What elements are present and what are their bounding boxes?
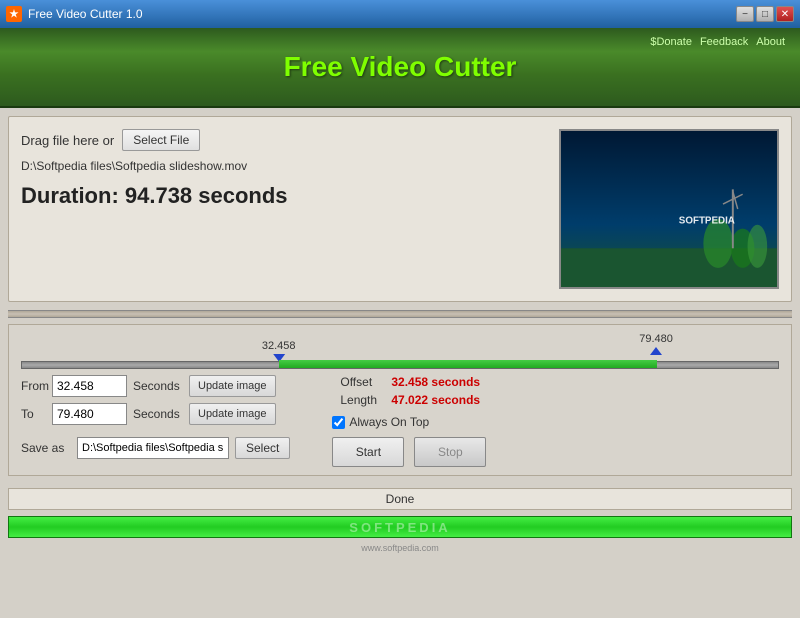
maximize-button[interactable]: □ <box>756 6 774 22</box>
length-row: Length 47.022 seconds <box>340 393 486 407</box>
credit-text: www.softpedia.com <box>361 543 439 553</box>
update-image-from-button[interactable]: Update image <box>189 375 276 397</box>
progress-bar: SOFTPEDIA <box>8 516 792 538</box>
progress-text: SOFTPEDIA <box>349 520 450 535</box>
buttons-and-check: Always On Top Start Stop <box>332 415 486 467</box>
feedback-link[interactable]: Feedback <box>700 36 748 48</box>
select-output-button[interactable]: Select <box>235 437 290 459</box>
length-label: Length <box>340 393 385 407</box>
length-value: 47.022 seconds <box>391 393 480 407</box>
right-marker-label: 79.480 <box>639 333 673 345</box>
timeline-track[interactable] <box>21 361 779 369</box>
select-file-button[interactable]: Select File <box>122 129 200 151</box>
offset-length-section: Offset 32.458 seconds Length 47.022 seco… <box>332 375 486 407</box>
file-path: D:\Softpedia files\Softpedia slideshow.m… <box>21 159 544 173</box>
to-label: To <box>21 407 46 421</box>
separator <box>8 310 792 318</box>
timeline-bar-container: 32.458 79.480 <box>21 333 779 369</box>
about-link[interactable]: About <box>756 36 785 48</box>
from-row: From Seconds Update image <box>21 375 290 397</box>
duration-text: Duration: 94.738 seconds <box>21 183 544 209</box>
to-seconds-label: Seconds <box>133 407 183 421</box>
controls-row: From Seconds Update image To Seconds Upd… <box>21 375 779 467</box>
minimize-button[interactable]: − <box>736 6 754 22</box>
save-path-input[interactable] <box>77 437 229 459</box>
timeline-selection <box>279 360 657 368</box>
donate-link[interactable]: $Donate <box>650 36 692 48</box>
file-section: Drag file here or Select File D:\Softped… <box>8 116 792 302</box>
start-stop-row: Start Stop <box>332 437 486 467</box>
app-icon: ★ <box>6 6 22 22</box>
video-thumbnail-svg: SOFTPEDIA <box>561 129 777 289</box>
from-input[interactable] <box>52 375 127 397</box>
always-on-top-checkbox[interactable] <box>332 416 345 429</box>
always-on-top-label: Always On Top <box>349 415 429 429</box>
right-marker-container: 79.480 <box>639 333 673 355</box>
from-to-section: From Seconds Update image To Seconds Upd… <box>21 375 290 459</box>
save-as-label: Save as <box>21 441 71 455</box>
svg-text:SOFTPEDIA: SOFTPEDIA <box>679 216 735 227</box>
offset-value: 32.458 seconds <box>391 375 480 389</box>
app-window: Free Video Cutter $Donate Feedback About… <box>0 28 800 618</box>
right-controls: Offset 32.458 seconds Length 47.022 seco… <box>332 375 486 467</box>
close-button[interactable]: ✕ <box>776 6 794 22</box>
always-on-top-section: Always On Top <box>332 415 429 429</box>
app-header: Free Video Cutter $Donate Feedback About <box>0 28 800 108</box>
to-row: To Seconds Update image <box>21 403 290 425</box>
video-preview-inner: SOFTPEDIA <box>561 131 777 287</box>
offset-row: Offset 32.458 seconds <box>340 375 486 389</box>
status-bar: Done <box>8 488 792 510</box>
file-info: Drag file here or Select File D:\Softped… <box>21 129 544 209</box>
from-seconds-label: Seconds <box>133 379 183 393</box>
drag-label: Drag file here or <box>21 133 114 148</box>
left-marker[interactable]: 32.458 <box>262 340 296 362</box>
bottom-credit: www.softpedia.com <box>0 542 800 554</box>
left-marker-label: 32.458 <box>262 340 296 352</box>
save-as-row: Save as Select <box>21 437 290 459</box>
app-title: Free Video Cutter <box>20 51 780 83</box>
from-label: From <box>21 379 46 393</box>
offset-label: Offset <box>340 375 385 389</box>
title-bar: ★ Free Video Cutter 1.0 − □ ✕ <box>0 0 800 28</box>
to-input[interactable] <box>52 403 127 425</box>
stop-button[interactable]: Stop <box>414 437 486 467</box>
update-image-to-button[interactable]: Update image <box>189 403 276 425</box>
right-triangle-icon <box>650 347 662 355</box>
start-button[interactable]: Start <box>332 437 404 467</box>
window-title: Free Video Cutter 1.0 <box>28 7 143 21</box>
timeline-section: 32.458 79.480 From Seconds <box>8 324 792 476</box>
status-text: Done <box>386 492 415 506</box>
video-preview: SOFTPEDIA <box>559 129 779 289</box>
header-links: $Donate Feedback About <box>650 36 785 48</box>
window-controls: − □ ✕ <box>736 6 794 22</box>
drag-row: Drag file here or Select File <box>21 129 544 151</box>
